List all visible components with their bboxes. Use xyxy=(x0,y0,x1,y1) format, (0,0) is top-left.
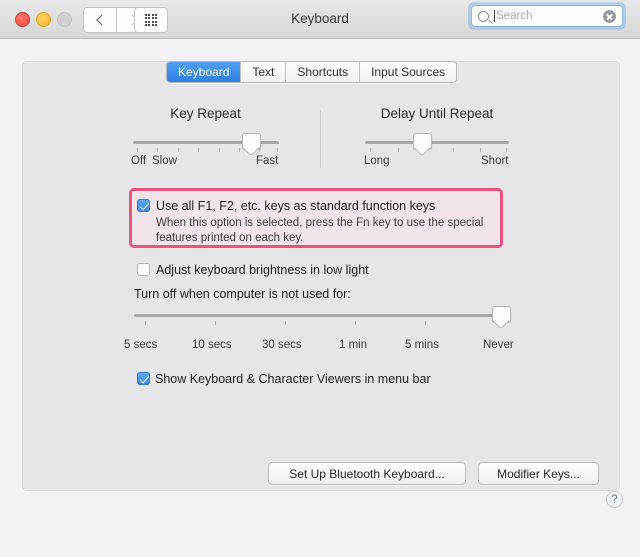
turn-off-tick-label: Never xyxy=(483,339,514,351)
help-button[interactable]: ? xyxy=(606,491,623,508)
delay-until-repeat-title: Delay Until Repeat xyxy=(380,106,494,121)
tab-keyboard[interactable]: Keyboard xyxy=(167,62,242,82)
tab-input-sources[interactable]: Input Sources xyxy=(360,62,457,82)
key-repeat-tick xyxy=(198,148,199,152)
delay-until-repeat-slider[interactable] xyxy=(365,141,509,144)
search-icon xyxy=(478,10,489,22)
delay-until-repeat-knob[interactable] xyxy=(413,133,432,149)
delay-tick xyxy=(506,148,507,152)
tab-shortcuts[interactable]: Shortcuts xyxy=(286,62,361,82)
turn-off-slider[interactable] xyxy=(134,314,510,317)
turn-off-tick-label: 1 min xyxy=(339,339,368,351)
search-field[interactable]: Search xyxy=(471,5,623,27)
viewers-checkbox[interactable] xyxy=(137,372,150,385)
turn-off-tick-label: 10 secs xyxy=(192,339,232,351)
key-repeat-knob[interactable] xyxy=(242,133,261,149)
turn-off-label: Turn off when computer is not used for: xyxy=(134,287,351,301)
key-repeat-tick xyxy=(178,148,179,152)
function-keys-checkbox[interactable] xyxy=(137,199,150,212)
turn-off-tick xyxy=(285,321,286,325)
function-keys-label: Use all F1, F2, etc. keys as standard fu… xyxy=(156,199,436,213)
search-input[interactable]: Search xyxy=(496,10,603,22)
tab-bar: Keyboard Text Shortcuts Input Sources xyxy=(166,61,458,83)
tab-text[interactable]: Text xyxy=(241,62,287,82)
delay-tick xyxy=(370,148,371,152)
turn-off-tick-label: 30 secs xyxy=(262,339,302,351)
key-repeat-min-label: Off xyxy=(131,155,147,167)
turn-off-tick-label: 5 mins xyxy=(405,339,439,351)
turn-off-tick xyxy=(145,321,146,325)
turn-off-knob[interactable] xyxy=(492,306,511,322)
key-repeat-max-label: Fast xyxy=(256,155,279,167)
key-repeat-tick xyxy=(219,148,220,152)
turn-off-tick-label: 5 secs xyxy=(124,339,158,351)
brightness-label: Adjust keyboard brightness in low light xyxy=(156,263,369,277)
key-repeat-tick xyxy=(157,148,158,152)
setup-bluetooth-keyboard-button[interactable]: Set Up Bluetooth Keyboard... xyxy=(268,462,466,485)
delay-max-label: Short xyxy=(481,155,509,167)
key-repeat-title: Key Repeat xyxy=(170,106,241,121)
delay-tick xyxy=(480,148,481,152)
slider-divider xyxy=(320,110,321,168)
function-keys-hint: When this option is selected, press the … xyxy=(156,217,484,244)
turn-off-tick xyxy=(215,321,216,325)
turn-off-tick xyxy=(425,321,426,325)
clear-search-icon[interactable] xyxy=(603,9,616,23)
modifier-keys-button[interactable]: Modifier Keys... xyxy=(478,462,599,485)
delay-min-label: Long xyxy=(364,155,390,167)
brightness-checkbox[interactable] xyxy=(137,263,150,276)
delay-tick xyxy=(398,148,399,152)
search-field-wrapper: Search xyxy=(468,2,626,30)
key-repeat-tick xyxy=(137,148,138,152)
system-preferences-window: Keyboard Search Keyboard Text Shortcuts … xyxy=(0,0,640,557)
key-repeat-second-label: Slow xyxy=(152,155,177,167)
text-caret xyxy=(494,10,495,22)
key-repeat-tick xyxy=(239,148,240,152)
viewers-label: Show Keyboard & Character Viewers in men… xyxy=(155,372,431,386)
turn-off-tick xyxy=(355,321,356,325)
title-bar: Keyboard Search xyxy=(0,0,640,39)
key-repeat-tick xyxy=(277,148,278,152)
delay-tick xyxy=(453,148,454,152)
